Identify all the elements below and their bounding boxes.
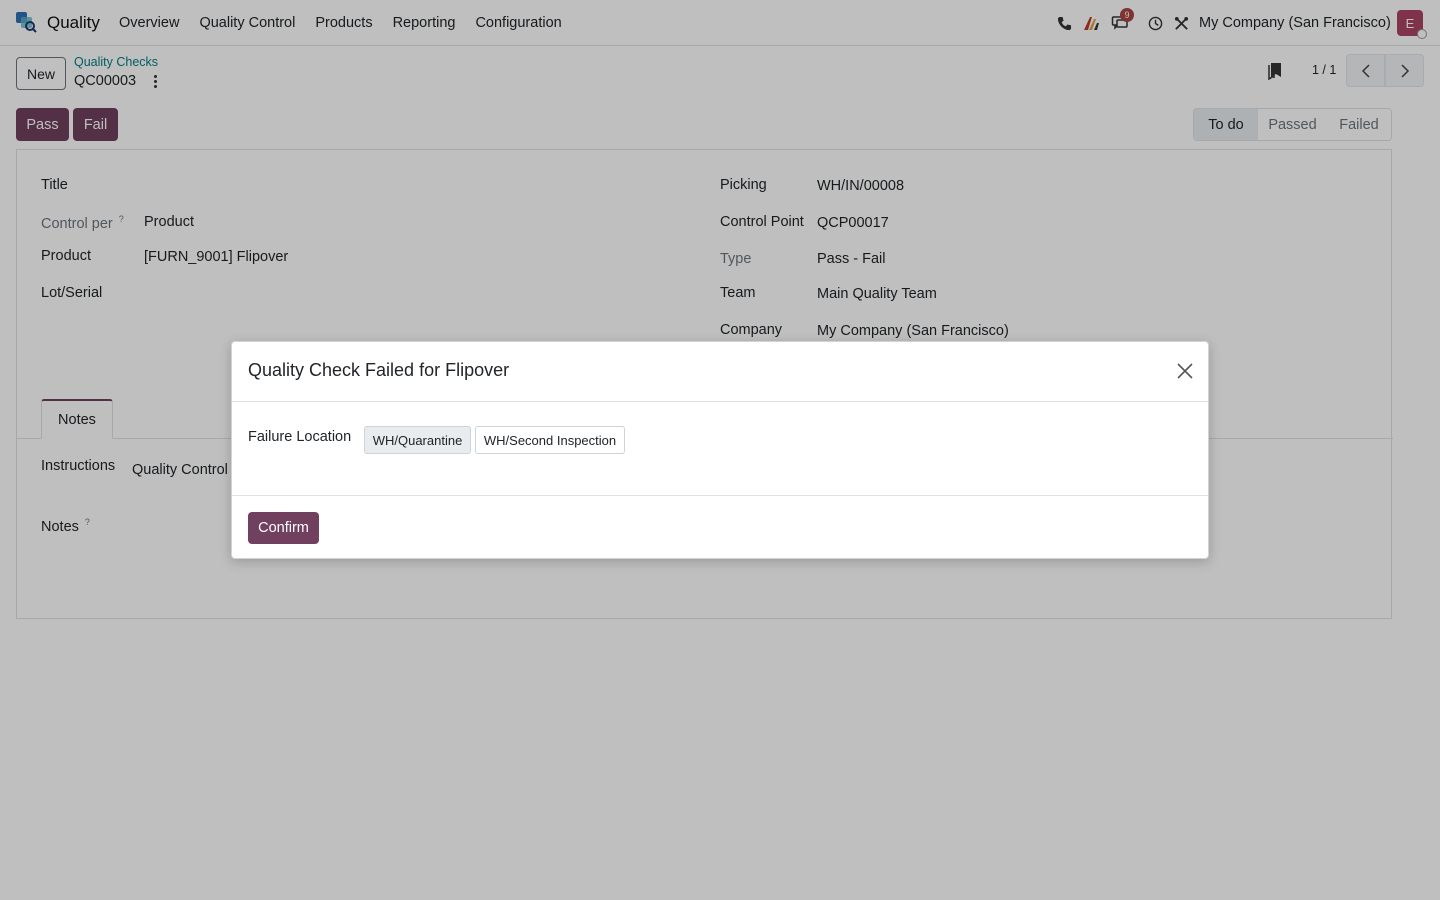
failure-location-label: Failure Location bbox=[248, 429, 352, 445]
modal-title: Quality Check Failed for Flipover bbox=[248, 360, 510, 380]
modal-header: Quality Check Failed for Flipover bbox=[232, 342, 1208, 402]
close-icon[interactable] bbox=[1176, 362, 1194, 380]
confirm-button[interactable]: Confirm bbox=[248, 512, 319, 544]
location-option-quarantine[interactable]: WH/Quarantine bbox=[364, 426, 471, 454]
location-option-second-inspection[interactable]: WH/Second Inspection bbox=[475, 426, 625, 454]
modal-footer: Confirm bbox=[232, 495, 1208, 560]
quality-check-failed-dialog: Quality Check Failed for Flipover Failur… bbox=[231, 341, 1209, 559]
modal-body: Failure Location WH/Quarantine WH/Second… bbox=[232, 402, 1208, 495]
